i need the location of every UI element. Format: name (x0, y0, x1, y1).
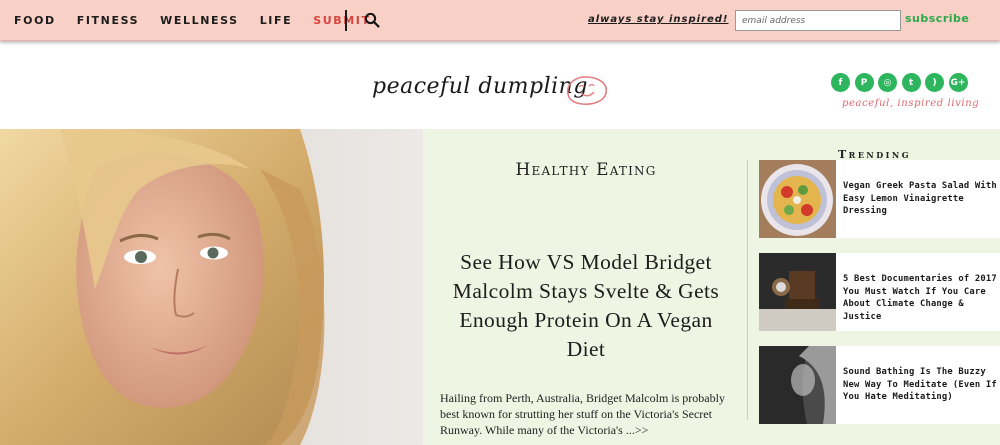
pinterest-icon[interactable]: P (854, 73, 874, 92)
top-bar: FOOD FITNESS WELLNESS LIFE SUBMIT always… (0, 0, 1000, 41)
documentaries-thumbnail[interactable] (759, 253, 836, 331)
google-plus-icon[interactable]: G+ (948, 73, 968, 92)
subscribe-button[interactable]: subscribe (905, 12, 969, 25)
nav-item-wellness[interactable]: WELLNESS (160, 14, 239, 27)
nav-divider (345, 10, 347, 31)
facebook-icon[interactable]: f (831, 73, 850, 92)
trending-item[interactable]: 5 Best Documentaries of 2017 You Must Wa… (759, 253, 1000, 331)
trending-item-title[interactable]: Vegan Greek Pasta Salad With Easy Lemon … (843, 180, 999, 218)
social-links: f P ◎ t ) G+ (831, 73, 972, 92)
column-divider (747, 160, 748, 420)
main-nav: FOOD FITNESS WELLNESS LIFE SUBMIT (14, 14, 392, 27)
site-logo-text[interactable]: peaceful dumpling (372, 74, 588, 99)
article-title[interactable]: See How VS Model Bridget Malcolm Stays S… (438, 248, 734, 364)
rss-icon[interactable]: ) (925, 73, 944, 92)
nav-item-life[interactable]: LIFE (260, 14, 293, 27)
twitter-icon[interactable]: t (901, 73, 921, 92)
trending-item-title[interactable]: 5 Best Documentaries of 2017 You Must Wa… (843, 273, 999, 323)
article-excerpt: Hailing from Perth, Australia, Bridget M… (440, 391, 725, 437)
dumpling-logo-icon[interactable] (562, 72, 610, 108)
search-icon[interactable] (364, 12, 380, 28)
featured-image[interactable] (0, 129, 423, 445)
trending-item[interactable]: Vegan Greek Pasta Salad With Easy Lemon … (759, 160, 1000, 238)
trending-item-title[interactable]: Sound Bathing Is The Buzzy New Way To Me… (843, 366, 999, 404)
pasta-salad-thumbnail[interactable] (759, 160, 836, 238)
stay-inspired-link[interactable]: always stay inspired! (588, 14, 729, 25)
social-tagline: peaceful, inspired living (842, 98, 980, 109)
sound-bathing-thumbnail[interactable] (759, 346, 836, 424)
nav-item-submit[interactable]: SUBMIT (313, 14, 370, 27)
article-category[interactable]: Healthy Eating (423, 160, 749, 180)
nav-item-food[interactable]: FOOD (14, 14, 56, 27)
nav-item-fitness[interactable]: FITNESS (77, 14, 139, 27)
instagram-icon[interactable]: ◎ (878, 73, 897, 92)
trending-item[interactable]: Sound Bathing Is The Buzzy New Way To Me… (759, 346, 1000, 424)
email-field[interactable] (735, 10, 901, 31)
